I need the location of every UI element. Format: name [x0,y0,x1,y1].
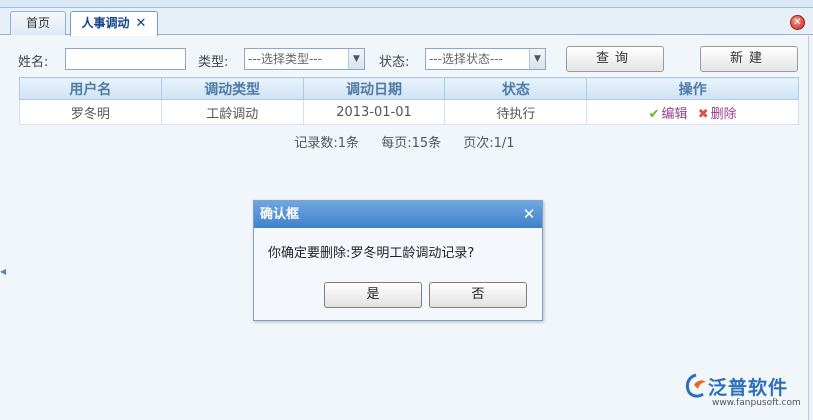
dialog-message: 你确定要删除:罗冬明工龄调动记录? [268,246,475,261]
tab-close-icon[interactable]: ✕ [136,13,147,35]
chevron-down-icon[interactable]: ▼ [529,49,545,69]
delete-link[interactable]: ✖ 删除 [698,107,737,122]
dialog-title: 确认框 [260,207,300,222]
logo-mark-icon [685,373,706,398]
cell-user: 罗冬明 [19,99,162,125]
record-count: 记录数:1条 [294,136,360,151]
cell-date: 2013-01-01 [302,99,446,125]
edit-link[interactable]: ✔ 编辑 [649,107,688,122]
yes-button[interactable]: 是 [324,282,422,308]
logo-url: www.fanpusoft.com [712,398,801,408]
check-icon: ✔ [648,106,660,122]
tab-home-label: 首页 [25,16,50,30]
name-input[interactable] [65,48,186,70]
column-header-user: 用户名 [19,77,162,100]
no-button[interactable]: 否 [429,282,527,308]
status-label: 状态: [379,55,410,70]
cell-status: 待执行 [444,99,588,125]
table-row: 罗冬明 工龄调动 2013-01-01 待执行 ✔ 编辑 ✖ 删除 [19,99,799,125]
search-bar: 姓名: 类型: ---选择类型--- ▼ 状态: ---选择状态--- ▼ 查询… [0,46,809,72]
new-button[interactable]: 新建 [700,46,798,72]
per-page: 每页:15条 [381,136,442,151]
cell-actions: ✔ 编辑 ✖ 删除 [586,99,799,125]
column-header-date: 调动日期 [302,77,446,100]
table-header-row: 用户名 调动类型 调动日期 状态 操作 [19,77,799,100]
tab-home[interactable]: 首页 [10,11,66,35]
top-frame-bar [0,0,813,8]
tab-personnel-transfer[interactable]: 人事调动 ✕ [70,11,158,36]
column-header-type: 调动类型 [160,77,304,100]
pager: 记录数:1条 每页:15条 页次:1/1 [0,132,809,151]
cell-type: 工龄调动 [160,99,304,125]
brand-logo: 泛普软件 www.fanpusoft.com [684,373,806,413]
name-label: 姓名: [18,55,49,70]
tab-bar: 首页 人事调动 ✕ [0,8,813,36]
edit-link-label: 编辑 [661,106,688,122]
column-header-status: 状态 [444,77,588,100]
collapse-arrow-icon[interactable]: ◀ [0,268,6,276]
column-header-actions: 操作 [586,77,799,100]
dialog-header: 确认框 ✕ [254,201,542,228]
status-select-value: ---选择状态--- [429,52,503,66]
close-icon[interactable]: ✕ [522,207,536,222]
delete-link-label: 删除 [710,106,737,122]
type-label: 类型: [198,55,229,70]
logo-name: 泛普软件 [708,377,789,399]
tab-personnel-transfer-label: 人事调动 [81,16,130,30]
type-select-value: ---选择类型--- [248,52,322,66]
x-icon: ✖ [697,106,709,122]
page-index: 页次:1/1 [463,136,515,151]
chevron-down-icon[interactable]: ▼ [348,49,364,69]
type-select[interactable]: ---选择类型--- ▼ [244,48,365,70]
transfer-table: 用户名 调动类型 调动日期 状态 操作 罗冬明 工龄调动 2013-01-01 … [19,77,799,125]
close-circle-icon[interactable]: ✕ [790,15,805,30]
confirm-dialog: 确认框 ✕ 你确定要删除:罗冬明工龄调动记录? 是 否 [253,200,543,321]
query-button[interactable]: 查询 [566,46,664,72]
status-select[interactable]: ---选择状态--- ▼ [425,48,546,70]
